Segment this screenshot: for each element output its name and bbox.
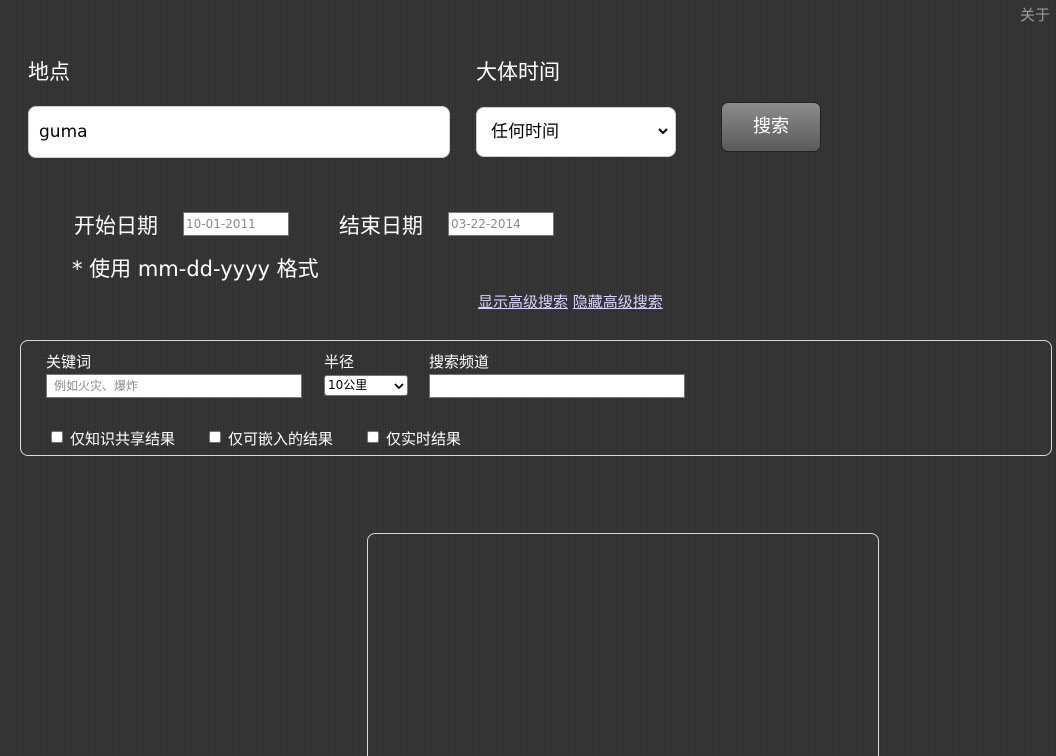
search-button[interactable]: 搜索 bbox=[721, 102, 821, 152]
embeddable-checkbox[interactable] bbox=[209, 431, 221, 443]
about-link[interactable]: 关于 bbox=[1020, 4, 1050, 25]
start-date-input[interactable]: 10-01-2011 bbox=[183, 212, 289, 236]
time-select[interactable]: 任何时间 bbox=[476, 107, 676, 157]
chevron-down-icon bbox=[658, 128, 668, 135]
location-input[interactable] bbox=[28, 106, 450, 158]
advanced-search-toggle: 显示高级搜索 隐藏高级搜索 bbox=[478, 291, 663, 312]
channel-label: 搜索频道 bbox=[429, 353, 490, 371]
start-date-label: 开始日期 bbox=[74, 214, 158, 238]
keyword-input[interactable]: 例如火灾、爆炸 bbox=[46, 374, 302, 398]
creative-commons-checkbox[interactable] bbox=[51, 431, 63, 443]
date-format-note: * 使用 mm-dd-yyyy 格式 bbox=[72, 257, 319, 281]
creative-commons-label[interactable]: 仅知识共享结果 bbox=[70, 428, 175, 449]
show-advanced-link[interactable]: 显示高级搜索 bbox=[478, 293, 568, 311]
radius-select-value: 10公里 bbox=[328, 378, 368, 392]
location-label: 地点 bbox=[28, 60, 70, 84]
radius-label: 半径 bbox=[324, 353, 355, 371]
keyword-label: 关键词 bbox=[46, 353, 92, 371]
chevron-down-icon bbox=[394, 383, 404, 390]
live-only-label[interactable]: 仅实时结果 bbox=[386, 428, 461, 449]
live-only-checkbox[interactable] bbox=[367, 431, 379, 443]
time-label: 大体时间 bbox=[476, 60, 560, 84]
hide-advanced-link[interactable]: 隐藏高级搜索 bbox=[573, 293, 663, 311]
channel-input[interactable] bbox=[429, 374, 685, 398]
embeddable-label[interactable]: 仅可嵌入的结果 bbox=[228, 428, 333, 449]
results-panel bbox=[367, 533, 879, 756]
end-date-input[interactable]: 03-22-2014 bbox=[448, 212, 554, 236]
end-date-label: 结束日期 bbox=[339, 214, 423, 238]
time-select-value: 任何时间 bbox=[491, 122, 559, 142]
radius-select[interactable]: 10公里 bbox=[324, 375, 408, 396]
